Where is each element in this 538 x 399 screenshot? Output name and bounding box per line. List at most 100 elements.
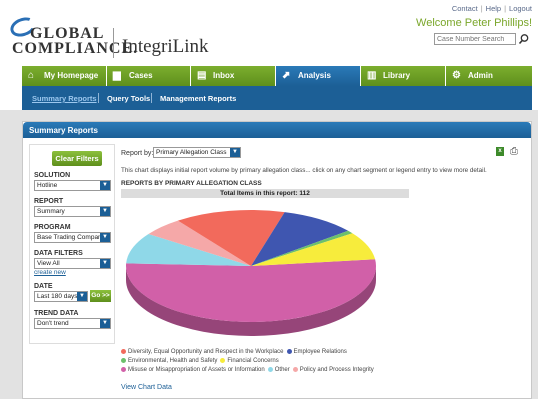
solution-label: SOLUTION — [34, 172, 71, 179]
top-links: Contact | Help | Logout — [451, 4, 532, 13]
tab-inbox[interactable]: ▤ Inbox — [191, 66, 276, 86]
legend-label: Employee Relations — [293, 349, 347, 355]
help-link[interactable]: Help — [486, 4, 501, 13]
legend-item[interactable]: Misuse or Misappropriation of Assets or … — [121, 366, 265, 373]
legend-item[interactable]: Environmental, Health and Safety — [121, 357, 218, 364]
chart-description: This chart displays initial report volum… — [121, 167, 487, 174]
main-nav: ⌂ My Homepage ▆ Cases ▤ Inbox ⬈ Analysis ▥ Li… — [22, 66, 532, 86]
panel-header: Summary Reports — [23, 122, 531, 138]
date-label: DATE — [34, 283, 53, 290]
clear-filters-button[interactable]: Clear Filters — [52, 151, 102, 166]
date-select[interactable]: Last 180 days ▼ — [34, 291, 88, 302]
go-button[interactable]: Go >> — [90, 290, 111, 302]
trend-data-value: Don't trend — [37, 320, 69, 327]
tab-cases[interactable]: ▆ Cases — [107, 66, 191, 86]
print-icon[interactable]: ⎙ — [510, 146, 522, 157]
report-by-label: Report by: — [121, 150, 154, 157]
tab-label: Cases — [129, 71, 153, 80]
legend-label: Diversity, Equal Opportunity and Respect… — [128, 349, 284, 355]
tab-my-homepage[interactable]: ⌂ My Homepage — [22, 66, 107, 86]
tab-label: Library — [383, 71, 411, 80]
home-icon: ⌂ — [28, 70, 35, 81]
inbox-icon: ▤ — [197, 70, 207, 81]
program-label: PROGRAM — [34, 224, 71, 231]
solution-select[interactable]: Hotline ▼ — [34, 180, 111, 191]
data-filters-value: View All — [37, 260, 60, 267]
legend-dot-icon — [121, 357, 126, 363]
chevron-down-icon: ▼ — [100, 207, 110, 216]
solution-value: Hotline — [37, 182, 58, 189]
total-items-text: Total Items in this report: 112 — [121, 190, 409, 197]
legend-item[interactable]: Policy and Process Integrity — [292, 366, 374, 373]
welcome-message: Welcome Peter Phillips! — [416, 17, 532, 29]
tab-label: Inbox — [213, 71, 235, 80]
filter-sidebar: Clear Filters SOLUTION Hotline ▼ REPORT … — [29, 144, 115, 344]
chart-legend: Diversity, Equal Opportunity and Respect… — [121, 348, 421, 375]
search-icon[interactable] — [518, 33, 530, 45]
panel-title: Summary Reports — [29, 126, 98, 135]
logout-link[interactable]: Logout — [509, 4, 532, 13]
product-name: IntegriLink — [122, 36, 209, 57]
app-header: GLOBAL COMPLIANCE. IntegriLink Contact | H… — [0, 0, 538, 66]
subnav-divider — [98, 93, 99, 103]
legend-dot-icon — [286, 348, 292, 354]
legend-item[interactable]: Employee Relations — [286, 348, 347, 355]
legend-dot-icon — [121, 366, 126, 372]
subnav-query-tools[interactable]: Query Tools — [107, 94, 150, 103]
tab-library[interactable]: ▥ Library — [361, 66, 446, 86]
sub-nav: Summary Reports Query Tools Management R… — [22, 86, 532, 110]
chevron-down-icon: ▼ — [100, 233, 110, 242]
report-by-select[interactable]: Primary Allegation Class ▼ — [153, 147, 241, 158]
total-items-bar: Total Items in this report: 112 — [121, 189, 409, 198]
tab-label: Admin — [468, 71, 493, 80]
report-by-value: Primary Allegation Class — [156, 149, 227, 156]
trend-data-select[interactable]: Don't trend ▼ — [34, 318, 111, 329]
tab-label: My Homepage — [44, 71, 99, 80]
legend-label: Misuse or Misappropriation of Assets or … — [128, 367, 265, 373]
date-value: Last 180 days — [37, 293, 78, 300]
summary-reports-panel: Summary Reports Clear Filters SOLUTION H… — [22, 121, 532, 399]
total-items-value: 112 — [299, 190, 310, 197]
contact-link[interactable]: Contact — [452, 4, 478, 13]
chart-icon: ⬈ — [282, 70, 291, 81]
legend-label: Environmental, Health and Safety — [128, 358, 218, 364]
legend-item[interactable]: Other — [267, 366, 290, 373]
allegation-pie-chart[interactable] — [121, 198, 409, 348]
case-number-search-input[interactable] — [434, 33, 516, 45]
create-new-link[interactable]: create new — [34, 269, 66, 276]
legend-dot-icon — [220, 357, 226, 363]
legend-dot-icon — [267, 366, 273, 372]
legend-label: Financial Concerns — [227, 358, 279, 364]
gears-icon: ⚙ — [452, 70, 461, 81]
global-compliance-logo[interactable]: GLOBAL COMPLIANCE. IntegriLink — [7, 14, 210, 60]
report-value: Summary — [37, 208, 65, 215]
tab-admin[interactable]: ⚙ Admin — [446, 66, 532, 86]
briefcase-icon: ▆ — [113, 70, 121, 81]
tab-analysis[interactable]: ⬈ Analysis — [276, 66, 361, 86]
chevron-down-icon: ▼ — [100, 259, 110, 268]
chevron-down-icon: ▼ — [77, 292, 87, 301]
legend-dot-icon — [292, 366, 298, 372]
data-filters-select[interactable]: View All ▼ — [34, 258, 111, 269]
data-filters-label: DATA FILTERS — [34, 250, 83, 257]
legend-label: Other — [274, 367, 290, 373]
total-items-label: Total Items in this report: — [220, 190, 298, 197]
legend-dot-icon — [121, 348, 126, 354]
chevron-down-icon: ▼ — [100, 319, 110, 328]
program-value: Base Trading Company — [37, 234, 105, 241]
program-select[interactable]: Base Trading Company ▼ — [34, 232, 111, 243]
subnav-management-reports[interactable]: Management Reports — [160, 94, 236, 103]
view-chart-data-link[interactable]: View Chart Data — [121, 384, 172, 391]
chart-heading: REPORTS BY PRIMARY ALLEGATION CLASS — [121, 180, 262, 187]
legend-item[interactable]: Diversity, Equal Opportunity and Respect… — [121, 348, 284, 355]
logo-divider — [113, 28, 114, 58]
chevron-down-icon: ▼ — [230, 148, 240, 157]
report-select[interactable]: Summary ▼ — [34, 206, 111, 217]
legend-item[interactable]: Financial Concerns — [220, 357, 279, 364]
export-excel-icon[interactable]: x — [496, 147, 504, 156]
legend-label: Policy and Process Integrity — [299, 367, 374, 373]
subnav-divider — [151, 93, 152, 103]
subnav-summary-reports[interactable]: Summary Reports — [32, 94, 97, 103]
report-label: REPORT — [34, 198, 64, 205]
trend-data-label: TREND DATA — [34, 310, 79, 317]
